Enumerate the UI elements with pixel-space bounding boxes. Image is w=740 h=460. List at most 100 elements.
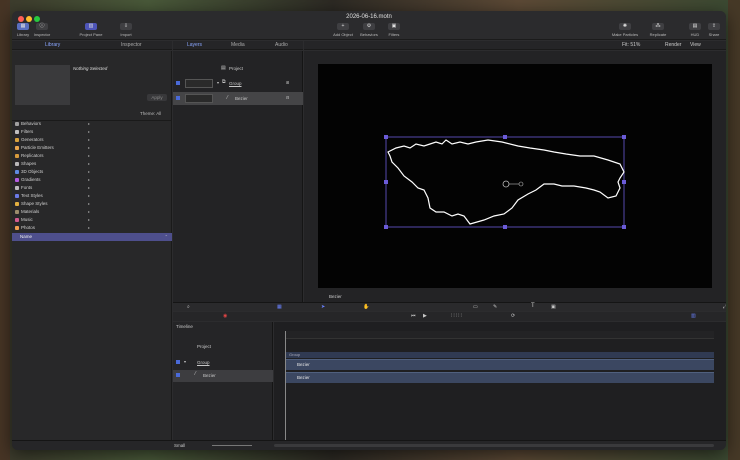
replicate-button[interactable]: ⁂ Replicate — [646, 23, 670, 37]
record-icon[interactable]: ◉ — [223, 313, 227, 319]
apply-button[interactable]: Apply — [147, 94, 167, 101]
library-category-music[interactable]: Music ▸ — [15, 217, 172, 224]
handle[interactable] — [503, 225, 507, 229]
add-object-button[interactable]: + Add Object — [330, 23, 356, 37]
inspector-button[interactable]: ⓘ Inspector — [32, 23, 52, 37]
layer-options-icon[interactable]: ⊞ — [286, 80, 289, 85]
timeline-row-bezier[interactable]: ⁄ Bezier — [173, 370, 273, 382]
document-title: 2026-06-16.motn — [346, 14, 392, 20]
timeline-row-group[interactable]: ▾ Group — [173, 357, 273, 369]
tab-audio[interactable]: Audio — [275, 42, 288, 48]
chevron-right-icon: ▸ — [87, 201, 90, 206]
anchor-point-icon[interactable] — [502, 180, 510, 188]
handle[interactable] — [384, 135, 388, 139]
select-arrow-icon[interactable]: ➤ — [321, 304, 325, 310]
library-category-shapes[interactable]: Shapes ▸ — [15, 161, 172, 168]
share-icon: ⇪ — [708, 23, 720, 30]
handle[interactable] — [622, 135, 626, 139]
mask-icon[interactable]: ▣ — [551, 304, 556, 310]
zoom-slider[interactable] — [212, 445, 252, 446]
skip-back-icon[interactable]: ⏮ — [411, 313, 416, 319]
layer-bezier-label: Bezier — [235, 96, 248, 101]
checkbox-icon[interactable] — [176, 373, 180, 377]
handle[interactable] — [384, 225, 388, 229]
play-icon[interactable]: ▶ — [423, 313, 427, 319]
bezier-shape[interactable] — [387, 139, 625, 225]
library-category-materials[interactable]: Materials ▸ — [15, 209, 172, 216]
chevron-down-icon[interactable]: ▾ — [217, 80, 219, 85]
text-icon[interactable]: T — [531, 303, 535, 309]
tab-inspector[interactable]: Inspector — [121, 42, 142, 48]
chevron-right-icon: ▸ — [87, 137, 90, 142]
view-menu[interactable]: View — [690, 42, 701, 48]
timeline-toggle-icon[interactable]: ▥ — [691, 313, 696, 319]
handle[interactable] — [384, 180, 388, 184]
canvas[interactable] — [318, 64, 712, 288]
timeline-track-bezier[interactable]: Bezier — [286, 372, 714, 383]
handle[interactable] — [622, 225, 626, 229]
timeline-group-bar[interactable]: Group — [286, 352, 714, 358]
theme-menu[interactable]: Theme: All — [140, 111, 161, 116]
project-row[interactable]: ▤ Project — [173, 64, 303, 74]
filters-button[interactable]: ▣ Filters — [384, 23, 404, 37]
chevron-down-icon[interactable]: ▾ — [184, 359, 186, 364]
render-menu[interactable]: Render — [665, 42, 681, 48]
layer-thumbnail — [185, 94, 213, 103]
layer-row-bezier[interactable]: ⁄ Bezier ⊟ — [173, 92, 303, 105]
background-tree-trunk — [0, 0, 10, 460]
library-button[interactable]: ▦ Library — [14, 23, 32, 37]
category-icon — [15, 121, 19, 126]
hud-button[interactable]: ▤ HUD — [688, 23, 702, 37]
project-pane-button[interactable]: ▥ Project Pane — [74, 23, 108, 37]
category-label: Filters — [21, 129, 34, 134]
size-menu[interactable]: Small — [174, 443, 185, 448]
timeline-project[interactable]: Project — [197, 344, 211, 349]
view-grid-icon[interactable]: ▦ — [277, 304, 282, 310]
layer-lock-icon[interactable]: ⊟ — [286, 95, 289, 100]
project-label: Project — [229, 66, 244, 71]
background-tree-trunk — [728, 0, 740, 460]
fit-zoom[interactable]: Fit: 51% — [622, 42, 640, 48]
loop-icon[interactable]: ⟳ — [511, 313, 515, 319]
chevron-right-icon: ▸ — [87, 129, 90, 134]
library-category-gradients[interactable]: Gradients ▸ — [15, 177, 172, 184]
group-icon: ⧉ — [222, 79, 226, 85]
library-category-behaviors[interactable]: Behaviors ▸ — [15, 121, 172, 128]
pen-icon[interactable]: ✎ — [493, 304, 497, 310]
timeline-scrollbar[interactable] — [274, 444, 714, 447]
handle[interactable] — [503, 135, 507, 139]
library-category-filters[interactable]: Filters ▸ — [15, 129, 172, 136]
tab-layers[interactable]: Layers — [187, 42, 202, 48]
canvas-toolbar: ⌕ ▦ ➤ ✋ ▭ ✎ T ▣ ⤢ — [173, 302, 726, 311]
library-category-text-styles[interactable]: Text Styles ▸ — [15, 193, 172, 200]
import-button[interactable]: ⇩ Import — [116, 23, 136, 37]
library-category-photos[interactable]: Photos ▸ — [15, 225, 172, 232]
category-icon — [15, 193, 19, 198]
tab-media[interactable]: Media — [231, 42, 245, 48]
library-category-replicators[interactable]: Replicators ▸ — [15, 153, 172, 160]
timeline-track-bezier[interactable]: Bezier — [286, 359, 714, 370]
pan-hand-icon[interactable]: ✋ — [363, 304, 369, 310]
time-ruler[interactable] — [286, 331, 714, 339]
checkbox-icon[interactable] — [176, 360, 180, 364]
share-button[interactable]: ⇪ Share — [706, 23, 722, 37]
expand-icon[interactable]: ⤢ — [723, 304, 726, 310]
library-category-shape-styles[interactable]: Shape Styles ▸ — [15, 201, 172, 208]
library-category-generators[interactable]: Generators ▸ — [15, 137, 172, 144]
library-category-3d-objects[interactable]: 3D Objects ▸ — [15, 169, 172, 176]
name-header[interactable]: Name ⌃ — [12, 233, 172, 241]
tab-library[interactable]: Library — [45, 42, 60, 48]
search-icon[interactable]: ⌕ — [187, 304, 190, 310]
checkbox-icon[interactable] — [176, 81, 180, 85]
handle[interactable] — [622, 180, 626, 184]
checkbox-icon[interactable] — [176, 96, 180, 100]
layer-row-group[interactable]: ▾ ⧉ Group ⊞ — [173, 77, 303, 90]
shape-icon[interactable]: ▭ — [473, 304, 478, 310]
playhead[interactable] — [285, 331, 286, 440]
timecode-display[interactable]: ⁞⁞⁞⁞⁞ — [451, 313, 463, 319]
library-category-fonts[interactable]: Fonts ▸ — [15, 185, 172, 192]
make-particles-button[interactable]: ✺ Make Particles — [610, 23, 640, 37]
canvas-svg — [384, 135, 626, 229]
library-category-particle-emitters[interactable]: Particle Emitters ▸ — [15, 145, 172, 152]
behaviors-button[interactable]: ⚙ Behaviors — [358, 23, 380, 37]
